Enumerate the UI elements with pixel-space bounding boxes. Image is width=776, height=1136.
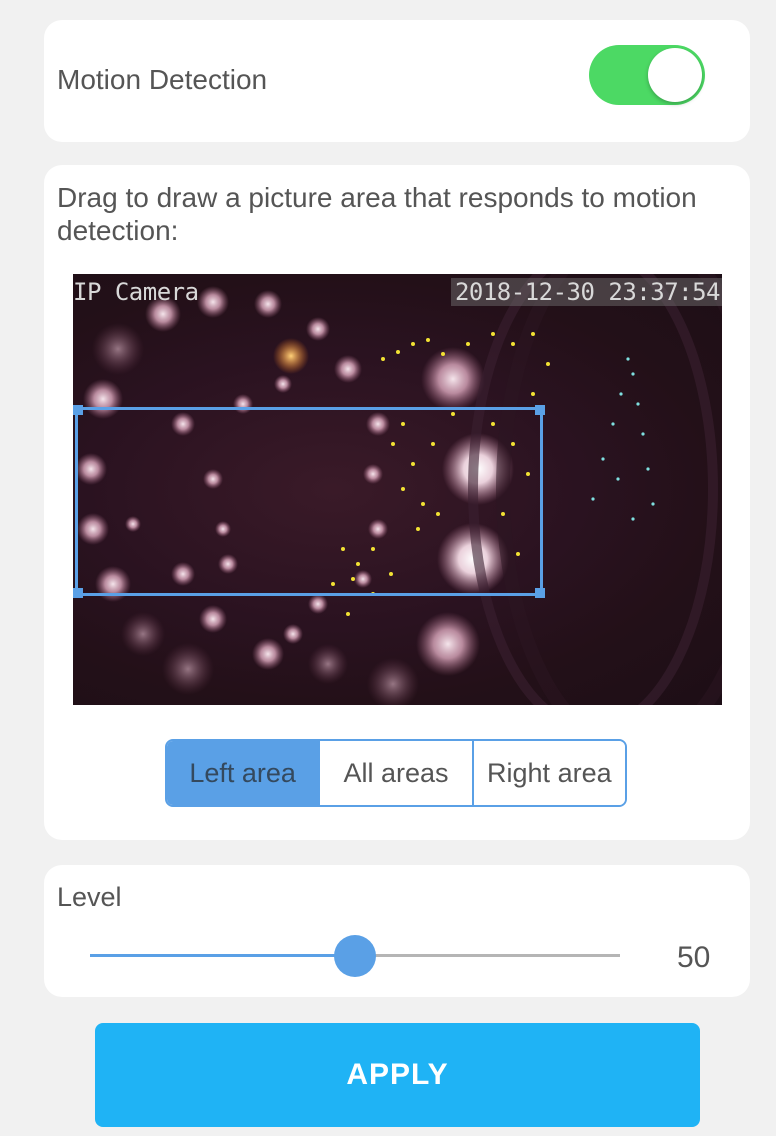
apply-button[interactable]: APPLY (95, 1023, 700, 1127)
region-handle-top-right[interactable] (535, 405, 545, 415)
motion-detection-label: Motion Detection (57, 64, 268, 95)
camera-timestamp-overlay: 2018-12-30 23:37:54 (450, 278, 722, 306)
level-label: Level (57, 882, 122, 912)
camera-name-overlay: IP Camera (73, 278, 199, 306)
motion-detection-card: Motion Detection (44, 20, 750, 142)
area-instruction: Drag to draw a picture area that respond… (57, 182, 697, 246)
right-area-button[interactable]: Right area (471, 741, 625, 805)
detection-region-box[interactable] (73, 405, 545, 598)
motion-detection-toggle[interactable] (589, 45, 705, 105)
slider-fill (90, 954, 355, 957)
left-area-button[interactable]: Left area (167, 741, 319, 805)
level-slider[interactable] (90, 935, 620, 977)
region-handle-bottom-right[interactable] (535, 588, 545, 598)
camera-preview[interactable]: IP Camera 2018-12-30 23:37:54 (73, 274, 722, 705)
region-handle-bottom-left[interactable] (73, 588, 83, 598)
level-card: Level 50 (44, 865, 750, 997)
slider-thumb[interactable] (334, 935, 376, 977)
level-value: 50 (677, 941, 711, 974)
toggle-knob (648, 48, 702, 102)
area-selector: Left area All areas Right area (165, 739, 627, 807)
detection-area-card: Drag to draw a picture area that respond… (44, 165, 750, 840)
region-handle-top-left[interactable] (73, 405, 83, 415)
all-areas-button[interactable]: All areas (318, 741, 472, 805)
